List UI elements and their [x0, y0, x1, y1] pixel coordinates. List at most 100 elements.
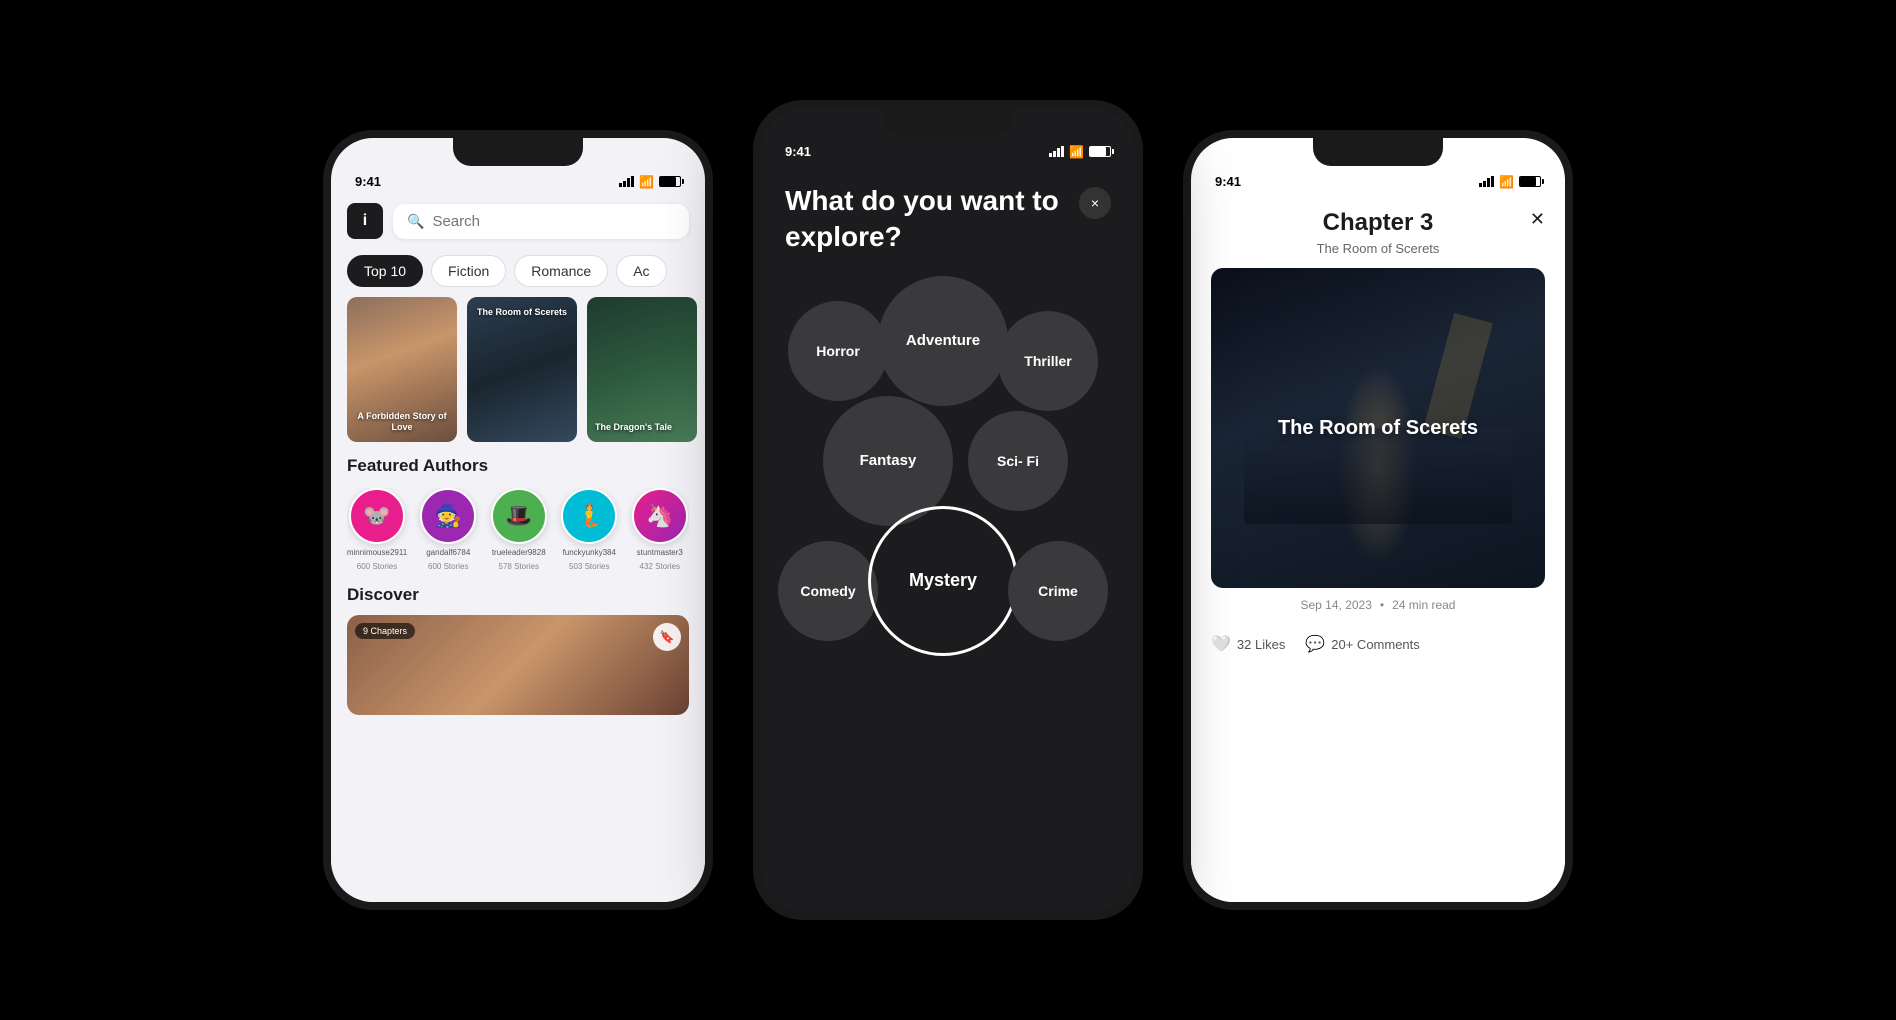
- filter-chips: Top 10 Fiction Romance Ac: [331, 249, 705, 297]
- notch-middle: [883, 108, 1013, 136]
- status-icons-right: 📶: [1479, 175, 1541, 189]
- chip-romance[interactable]: Romance: [514, 255, 608, 287]
- book-title-dragon: The Dragon's Tale: [595, 422, 672, 434]
- discover-section: Discover 9 Chapters 🔖: [331, 571, 705, 715]
- book-actions: 🤍 32 Likes 💬 20+ Comments: [1191, 622, 1565, 666]
- wifi-icon-mid: 📶: [1069, 145, 1084, 159]
- comment-icon: 💬: [1305, 634, 1325, 654]
- book-meta: Sep 14, 2023 • 24 min read: [1191, 588, 1565, 622]
- status-icons-left: 📶: [619, 175, 681, 189]
- header-row: i 🔍: [331, 193, 705, 249]
- genre-row-3: Comedy Mystery Crime: [773, 506, 1123, 656]
- phone-middle: 9:41 📶 What do you want to explore? ×: [753, 100, 1143, 920]
- phone-left: 9:41 📶 i: [323, 130, 713, 910]
- chip-top10[interactable]: Top 10: [347, 255, 423, 287]
- genre-question: What do you want to explore?: [785, 183, 1069, 256]
- author-name-1: minnimouse2911: [347, 548, 407, 558]
- genre-screen: What do you want to explore? × Horror Ad…: [761, 163, 1135, 920]
- genre-scifi[interactable]: Sci- Fi: [968, 411, 1068, 511]
- meta-separator: •: [1380, 598, 1384, 612]
- author-stories-3: 578 Stories: [499, 562, 539, 571]
- comments-count: 20+ Comments: [1331, 637, 1420, 652]
- genre-crime[interactable]: Crime: [1008, 541, 1108, 641]
- author-avatar-5: 🦄: [632, 488, 688, 544]
- genre-comedy[interactable]: Comedy: [778, 541, 878, 641]
- status-bar-middle: 9:41 📶: [761, 136, 1135, 163]
- status-time-right: 9:41: [1215, 174, 1241, 189]
- phone-right: 9:41 📶 Chapter 3 The Room of Scerets ✕: [1183, 130, 1573, 910]
- status-time-left: 9:41: [355, 174, 381, 189]
- battery-icon-right: [1519, 176, 1541, 187]
- home-screen: i 🔍 Top 10 Fiction Romance: [331, 193, 705, 910]
- cover-book-title: The Room of Scerets: [1258, 395, 1498, 461]
- author-stories-5: 432 Stories: [640, 562, 680, 571]
- bookmark-button[interactable]: 🔖: [653, 623, 681, 651]
- author-avatar-1: 🐭: [349, 488, 405, 544]
- author-avatar-3: 🎩: [491, 488, 547, 544]
- book-title-romance: A Forbidden Story of Love: [355, 411, 449, 434]
- comments-action[interactable]: 💬 20+ Comments: [1305, 634, 1419, 654]
- genre-thriller[interactable]: Thriller: [998, 311, 1098, 411]
- chapter-number: Chapter 3: [1323, 209, 1434, 237]
- chapter-close-button[interactable]: ✕: [1530, 209, 1545, 230]
- book-label-mystery: The Room of Scerets: [475, 307, 569, 317]
- author-item-2[interactable]: 🧙 gandalf6784 600 Stories: [419, 488, 478, 571]
- signal-icon-right: [1479, 176, 1494, 187]
- signal-icon-mid: [1049, 146, 1064, 157]
- author-avatar-4: 🧜: [561, 488, 617, 544]
- phones-container: 9:41 📶 i: [0, 0, 1896, 1020]
- status-bar-right: 9:41 📶: [1191, 166, 1565, 193]
- wifi-icon-right: 📶: [1499, 175, 1514, 189]
- battery-icon-mid: [1089, 146, 1111, 157]
- featured-authors-title: Featured Authors: [347, 456, 689, 476]
- genre-mystery-selected[interactable]: Mystery: [868, 506, 1018, 656]
- chapter-screen: Chapter 3 The Room of Scerets ✕ The Room…: [1191, 193, 1565, 910]
- app-logo: i: [347, 203, 383, 239]
- books-row: A Forbidden Story of Love The Room of Sc…: [331, 297, 705, 442]
- discover-title: Discover: [347, 585, 689, 605]
- discover-card[interactable]: 9 Chapters 🔖: [347, 615, 689, 715]
- author-item-3[interactable]: 🎩 trueleader9828 578 Stories: [490, 488, 549, 571]
- featured-authors-section: Featured Authors 🐭 minnimouse2911 600 St…: [331, 442, 705, 571]
- author-stories-2: 600 Stories: [428, 562, 468, 571]
- book-card-dragon[interactable]: The Dragon's Tale: [587, 297, 697, 442]
- search-bar[interactable]: 🔍: [393, 204, 689, 239]
- genre-adventure[interactable]: Adventure: [878, 276, 1008, 406]
- author-avatar-2: 🧙: [420, 488, 476, 544]
- notch-right: [1313, 138, 1443, 166]
- author-name-4: funckyunky384: [563, 548, 616, 558]
- chapter-book-title: The Room of Scerets: [1317, 241, 1440, 256]
- status-icons-middle: 📶: [1049, 145, 1111, 159]
- author-stories-1: 600 Stories: [357, 562, 397, 571]
- genre-close-button[interactable]: ×: [1079, 187, 1111, 219]
- search-input[interactable]: [432, 213, 675, 230]
- genre-horror[interactable]: Horror: [788, 301, 888, 401]
- genre-bubbles: Horror Adventure Thriller Fantasy Sc: [761, 266, 1135, 920]
- status-time-middle: 9:41: [785, 144, 811, 159]
- battery-icon: [659, 176, 681, 187]
- chip-more[interactable]: Ac: [616, 255, 666, 287]
- author-item-5[interactable]: 🦄 stuntmaster3 432 Stories: [631, 488, 690, 571]
- book-card-mystery[interactable]: The Room of Scerets: [467, 297, 577, 442]
- chapter-header: Chapter 3 The Room of Scerets ✕: [1191, 193, 1565, 268]
- genre-header: What do you want to explore? ×: [761, 163, 1135, 266]
- genre-row-1: Horror Adventure Thriller: [783, 286, 1113, 416]
- search-icon: 🔍: [407, 213, 424, 230]
- book-cover-large: The Room of Scerets: [1211, 268, 1545, 588]
- likes-action[interactable]: 🤍 32 Likes: [1211, 634, 1285, 654]
- author-item-4[interactable]: 🧜 funckyunky384 503 Stories: [560, 488, 619, 571]
- author-name-3: trueleader9828: [492, 548, 546, 558]
- author-name-2: gandalf6784: [426, 548, 470, 558]
- chapters-badge: 9 Chapters: [355, 623, 415, 639]
- likes-count: 32 Likes: [1237, 637, 1285, 652]
- book-card-romance[interactable]: A Forbidden Story of Love: [347, 297, 457, 442]
- notch-left: [453, 138, 583, 166]
- read-time: 24 min read: [1392, 598, 1455, 612]
- author-stories-4: 503 Stories: [569, 562, 609, 571]
- heart-icon: 🤍: [1211, 634, 1231, 654]
- wifi-icon: 📶: [639, 175, 654, 189]
- author-name-5: stuntmaster3: [637, 548, 683, 558]
- signal-icon: [619, 176, 634, 187]
- chip-fiction[interactable]: Fiction: [431, 255, 506, 287]
- author-item-1[interactable]: 🐭 minnimouse2911 600 Stories: [347, 488, 407, 571]
